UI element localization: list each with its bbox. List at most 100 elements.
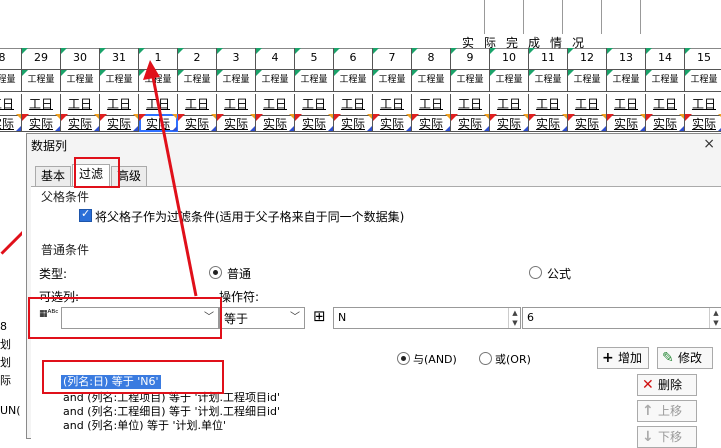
quantity-header-cell[interactable]: 工程量: [295, 70, 334, 92]
logic-and-radio[interactable]: [397, 352, 410, 365]
workday-header-cell[interactable]: 工日: [685, 94, 721, 116]
quantity-header-cell[interactable]: 工程量: [256, 70, 295, 92]
quantity-header-cell[interactable]: 工程量: [685, 70, 721, 92]
quantity-header-cell[interactable]: 工程量: [412, 70, 451, 92]
day-number-cell[interactable]: 8: [412, 48, 451, 70]
workday-header-cell[interactable]: 工日: [412, 94, 451, 116]
day-number-cell[interactable]: 2: [178, 48, 217, 70]
operator-select[interactable]: 等于 ﹀: [219, 307, 305, 329]
condition-item[interactable]: and (列名:工程细目) 等于 '计划.工程细目id': [63, 405, 280, 419]
actual-header-cell[interactable]: 实际: [178, 114, 217, 132]
condition-item[interactable]: and (列名:工程项目) 等于 '计划.工程项目id': [63, 391, 280, 405]
quantity-header-cell[interactable]: 工程量: [0, 70, 22, 92]
day-number-cell[interactable]: 1: [139, 48, 178, 70]
modify-button[interactable]: ✎ 修改: [657, 347, 713, 369]
quantity-header-cell[interactable]: 工程量: [217, 70, 256, 92]
column-select[interactable]: ﹀: [61, 307, 219, 329]
day-number-cell[interactable]: 14: [646, 48, 685, 70]
workday-header-cell[interactable]: 工日: [568, 94, 607, 116]
add-button[interactable]: + 增加: [597, 347, 649, 369]
day-number-cell[interactable]: 10: [490, 48, 529, 70]
actual-header-cell[interactable]: 实际: [412, 114, 451, 132]
condition-item[interactable]: (列名:日) 等于 'N6': [61, 375, 161, 389]
day-number-cell[interactable]: 12: [568, 48, 607, 70]
quantity-header-cell[interactable]: 工程量: [568, 70, 607, 92]
move-up-button[interactable]: ↑ 上移: [637, 400, 697, 422]
value-field[interactable]: 6 ▲ ▼: [522, 307, 721, 329]
tab-filter[interactable]: 过滤: [72, 164, 110, 187]
quantity-header-cell[interactable]: 工程量: [100, 70, 139, 92]
value-type-icon[interactable]: ⊞: [313, 307, 326, 325]
quantity-header-cell[interactable]: 工程量: [607, 70, 646, 92]
day-number-cell[interactable]: 7: [373, 48, 412, 70]
quantity-header-cell[interactable]: 工程量: [529, 70, 568, 92]
day-number-cell[interactable]: 30: [61, 48, 100, 70]
actual-header-cell[interactable]: 实际: [490, 114, 529, 132]
quantity-header-cell[interactable]: 工程量: [373, 70, 412, 92]
day-number-cell[interactable]: 29: [22, 48, 61, 70]
spinner-icon[interactable]: ▲ ▼: [508, 308, 521, 328]
close-icon[interactable]: ×: [703, 136, 715, 152]
day-number-cell[interactable]: 31: [100, 48, 139, 70]
workday-header-cell[interactable]: 工日: [490, 94, 529, 116]
delete-button[interactable]: ✕ 删除: [637, 374, 697, 396]
value-type-field[interactable]: N ▲ ▼: [333, 307, 521, 329]
quantity-header-cell[interactable]: 工程量: [451, 70, 490, 92]
actual-header-cell[interactable]: 实际: [61, 114, 100, 132]
day-number-cell[interactable]: 4: [256, 48, 295, 70]
workday-header-cell[interactable]: 工日: [256, 94, 295, 116]
actual-header-cell[interactable]: 实际: [334, 114, 373, 132]
workday-header-cell[interactable]: 工日: [373, 94, 412, 116]
day-number-cell[interactable]: 5: [295, 48, 334, 70]
workday-header-cell[interactable]: 工日: [61, 94, 100, 116]
quantity-header-cell[interactable]: 工程量: [334, 70, 373, 92]
actual-header-cell[interactable]: 实际: [0, 114, 22, 132]
actual-header-cell[interactable]: 实际: [529, 114, 568, 132]
actual-header-cell[interactable]: 实际: [451, 114, 490, 132]
condition-item[interactable]: and (列名:单位) 等于 '计划.单位': [63, 419, 226, 433]
actual-header-cell[interactable]: 实际: [217, 114, 256, 132]
tab-basic[interactable]: 基本: [35, 166, 71, 186]
actual-header-cell[interactable]: 实际: [685, 114, 721, 132]
day-number-cell[interactable]: 8: [0, 48, 22, 70]
workday-header-cell[interactable]: 工日: [178, 94, 217, 116]
actual-header-cell[interactable]: 实际: [22, 114, 61, 132]
actual-header-cell[interactable]: 实际: [607, 114, 646, 132]
type-normal-radio[interactable]: [209, 266, 222, 279]
day-number-cell[interactable]: 15: [685, 48, 721, 70]
day-number-cell[interactable]: 11: [529, 48, 568, 70]
quantity-header-cell[interactable]: 工程量: [178, 70, 217, 92]
condition-list[interactable]: (列名:日) 等于 'N6' and (列名:工程项目) 等于 '计划.工程项目…: [45, 373, 625, 441]
day-number-cell[interactable]: 3: [217, 48, 256, 70]
workday-header-cell[interactable]: 工日: [217, 94, 256, 116]
actual-header-cell[interactable]: 实际: [646, 114, 685, 132]
workday-header-cell[interactable]: 工日: [295, 94, 334, 116]
quantity-header-cell[interactable]: 工程量: [490, 70, 529, 92]
quantity-header-cell[interactable]: 工程量: [61, 70, 100, 92]
parent-filter-checkbox[interactable]: [79, 207, 92, 222]
actual-header-cell[interactable]: 实际: [568, 114, 607, 132]
actual-header-cell[interactable]: 实际: [256, 114, 295, 132]
workday-header-cell[interactable]: 工日: [646, 94, 685, 116]
quantity-header-cell[interactable]: 工程量: [22, 70, 61, 92]
workday-header-cell[interactable]: 工日: [100, 94, 139, 116]
quantity-header-cell[interactable]: 工程量: [139, 70, 178, 92]
workday-header-cell[interactable]: 工日: [22, 94, 61, 116]
workday-header-cell[interactable]: 工日: [334, 94, 373, 116]
actual-header-cell[interactable]: 实际: [295, 114, 334, 132]
type-formula-radio[interactable]: [529, 266, 542, 279]
logic-or-radio[interactable]: [479, 352, 492, 365]
workday-header-cell[interactable]: 工日: [139, 94, 178, 116]
day-number-cell[interactable]: 9: [451, 48, 490, 70]
day-number-cell[interactable]: 6: [334, 48, 373, 70]
actual-header-cell[interactable]: 实际: [373, 114, 412, 132]
actual-header-cell[interactable]: 实际: [100, 114, 139, 132]
workday-header-cell[interactable]: 工日: [0, 94, 22, 116]
actual-header-cell[interactable]: 实际: [139, 114, 178, 132]
spinner-icon[interactable]: ▲ ▼: [709, 308, 721, 328]
move-down-button[interactable]: ↓ 下移: [637, 426, 697, 448]
quantity-header-cell[interactable]: 工程量: [646, 70, 685, 92]
tab-advanced[interactable]: 高级: [111, 166, 147, 186]
workday-header-cell[interactable]: 工日: [529, 94, 568, 116]
day-number-cell[interactable]: 13: [607, 48, 646, 70]
